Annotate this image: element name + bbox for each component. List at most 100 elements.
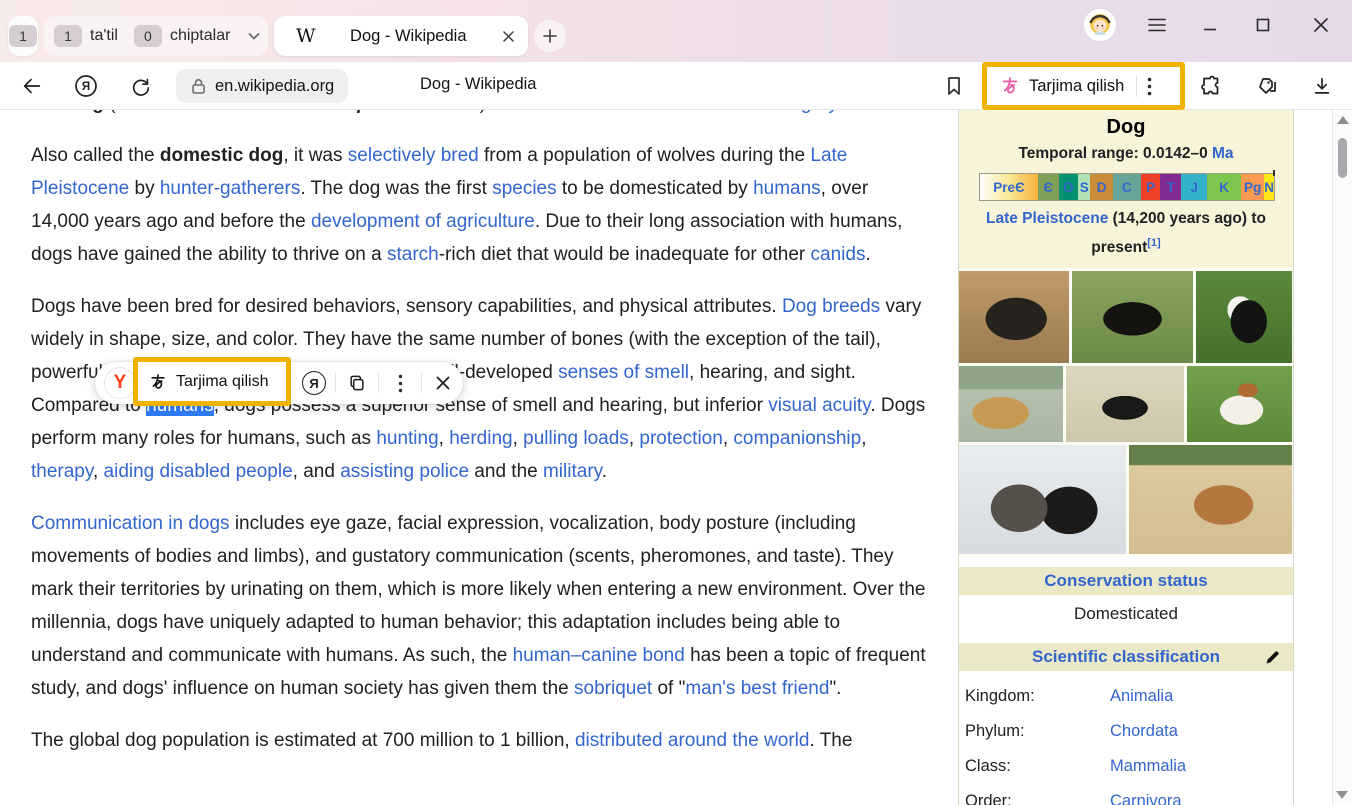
article-link[interactable]: human–canine bond bbox=[513, 645, 685, 666]
extensions-puzzle-icon[interactable] bbox=[1197, 72, 1225, 100]
downloads-icon[interactable] bbox=[1308, 72, 1336, 100]
timeline-period-PreЄ[interactable]: PreЄ bbox=[980, 174, 1038, 200]
timeline-period-O[interactable]: O bbox=[1059, 174, 1079, 200]
article-link[interactable]: sobriquet bbox=[574, 678, 652, 699]
scroll-down-arrow[interactable] bbox=[1336, 791, 1348, 799]
timeline-period-D[interactable]: D bbox=[1090, 174, 1112, 200]
article-text: or bbox=[256, 110, 283, 114]
translate-menu-kebab-icon[interactable] bbox=[1147, 77, 1152, 96]
timeline-period-Є[interactable]: Є bbox=[1038, 174, 1059, 200]
reference-1-link[interactable]: [1] bbox=[1147, 237, 1160, 249]
article-link[interactable]: starch bbox=[387, 244, 439, 265]
article-link[interactable]: herding bbox=[449, 428, 512, 449]
timeline-period-Pg[interactable]: Pg bbox=[1241, 174, 1264, 200]
article-text: from a population of wolves during the bbox=[479, 145, 811, 166]
conservation-status-header[interactable]: Conservation status bbox=[959, 567, 1293, 595]
image-black-labrador[interactable] bbox=[1066, 366, 1184, 442]
tab-close-icon[interactable] bbox=[501, 29, 516, 44]
chevron-down-icon[interactable] bbox=[246, 28, 262, 44]
article-link[interactable]: aiding disabled people bbox=[104, 461, 293, 482]
timeline-period-J[interactable]: J bbox=[1181, 174, 1207, 200]
article-link[interactable]: pulling loads bbox=[523, 428, 629, 449]
article-link[interactable]: distributed around the world bbox=[575, 730, 809, 751]
article-text: ". bbox=[829, 678, 841, 699]
carnivora-link[interactable]: Carnivora bbox=[1110, 792, 1182, 805]
image-black-merle-dog[interactable] bbox=[959, 271, 1069, 363]
scientific-classification-header[interactable]: Scientific classification bbox=[959, 643, 1293, 671]
article-link[interactable]: companionship bbox=[733, 428, 861, 449]
article-link[interactable]: therapy bbox=[31, 461, 93, 482]
ma-link[interactable]: Ma bbox=[1212, 145, 1234, 162]
tab-dog-wikipedia[interactable]: W Dog - Wikipedia bbox=[274, 16, 528, 56]
article-link[interactable]: hunting bbox=[376, 428, 438, 449]
scrollbar-thumb[interactable] bbox=[1338, 138, 1347, 178]
new-tab-button[interactable] bbox=[534, 20, 566, 52]
bookmark-icon[interactable] bbox=[940, 72, 968, 100]
mammalia-link[interactable]: Mammalia bbox=[1110, 757, 1186, 776]
reload-button[interactable] bbox=[127, 72, 155, 100]
article-link[interactable]: canids bbox=[811, 244, 866, 265]
wikipedia-favicon: W bbox=[296, 25, 316, 47]
timeline-period-N[interactable]: N bbox=[1264, 174, 1274, 200]
tab-pinned[interactable]: 1 bbox=[8, 16, 38, 56]
timeline-period-S[interactable]: S bbox=[1078, 174, 1090, 200]
taxobox-header: Dog Temporal range: 0.0142–0 Ma PreЄЄOSD… bbox=[959, 110, 1293, 268]
article-link[interactable]: senses of smell bbox=[558, 362, 689, 383]
image-black-white-dog[interactable] bbox=[1072, 271, 1193, 363]
window-minimize-button[interactable] bbox=[1197, 12, 1223, 38]
copy-icon[interactable] bbox=[342, 368, 372, 398]
vertical-scrollbar[interactable] bbox=[1332, 110, 1352, 805]
timeline-period-T[interactable]: T bbox=[1160, 174, 1181, 200]
yandex-search-icon[interactable]: Я bbox=[299, 368, 329, 398]
article-link[interactable]: gray wolf bbox=[801, 110, 877, 114]
article-link[interactable]: domesticated bbox=[526, 110, 639, 114]
article-link[interactable]: species bbox=[492, 178, 556, 199]
article-text: includes eye gaze, facial expression, vo… bbox=[31, 513, 925, 666]
translate-button-highlighted[interactable]: Tarjima qilish bbox=[982, 62, 1185, 110]
article-link[interactable]: Dog breeds bbox=[782, 296, 880, 317]
image-japanese-chin[interactable] bbox=[1196, 271, 1292, 363]
conservation-status-value: Domesticated bbox=[959, 595, 1293, 633]
edit-pencil-icon[interactable] bbox=[1264, 649, 1281, 666]
article-text: , bbox=[93, 461, 104, 482]
collections-icon[interactable] bbox=[1252, 72, 1280, 100]
scroll-up-arrow[interactable] bbox=[1337, 116, 1349, 124]
article-link[interactable]: man's best friend bbox=[685, 678, 829, 699]
back-button[interactable] bbox=[18, 72, 46, 100]
article-link[interactable]: assisting police bbox=[340, 461, 469, 482]
popup-translate-button-highlighted[interactable]: Tarjima qilish bbox=[133, 357, 291, 406]
titlebar: 1 1 ta'til 0 chiptalar W Dog - Wikipedia bbox=[0, 0, 1352, 62]
popup-kebab-icon[interactable] bbox=[385, 368, 415, 398]
article-link[interactable]: visual acuity bbox=[768, 395, 870, 416]
image-golden-retriever[interactable] bbox=[959, 366, 1063, 442]
article-text: ) is a bbox=[480, 110, 526, 114]
article-link[interactable]: protection bbox=[639, 428, 722, 449]
group-label-chiptalar: chiptalar bbox=[170, 27, 230, 45]
window-close-button[interactable] bbox=[1308, 12, 1334, 38]
timeline-period-K[interactable]: K bbox=[1207, 174, 1241, 200]
article-link[interactable]: selectively bred bbox=[348, 145, 479, 166]
late-pleistocene-link[interactable]: Late Pleistocene bbox=[986, 210, 1108, 227]
article-text: . The bbox=[809, 730, 852, 751]
tab-group-travel[interactable]: 1 ta'til 0 chiptalar bbox=[44, 16, 268, 56]
animalia-link[interactable]: Animalia bbox=[1110, 687, 1173, 706]
temporal-range: Temporal range: 0.0142–0 Ma bbox=[965, 145, 1287, 163]
image-dog-with-puppies[interactable] bbox=[1129, 445, 1292, 554]
profile-avatar[interactable] bbox=[1084, 9, 1116, 41]
article-link[interactable]: military bbox=[543, 461, 602, 482]
article-link[interactable]: Communication in dogs bbox=[31, 513, 230, 534]
article-link[interactable]: hunter-gatherers bbox=[160, 178, 300, 199]
chordata-link[interactable]: Chordata bbox=[1110, 722, 1178, 741]
address-bar[interactable]: en.wikipedia.org bbox=[176, 69, 348, 103]
image-sled-dogs[interactable] bbox=[959, 445, 1126, 554]
timeline-period-C[interactable]: C bbox=[1113, 174, 1141, 200]
yandex-home-icon[interactable]: Я bbox=[72, 72, 100, 100]
article-link[interactable]: development of agriculture bbox=[311, 211, 535, 232]
browser-menu-icon[interactable] bbox=[1144, 12, 1170, 38]
popup-close-icon[interactable] bbox=[428, 368, 458, 398]
image-jack-russell[interactable] bbox=[1187, 366, 1292, 442]
article-text: Canis familiaris bbox=[115, 110, 255, 114]
timeline-period-P[interactable]: P bbox=[1141, 174, 1161, 200]
article-link[interactable]: humans bbox=[753, 178, 821, 199]
window-maximize-button[interactable] bbox=[1250, 12, 1276, 38]
